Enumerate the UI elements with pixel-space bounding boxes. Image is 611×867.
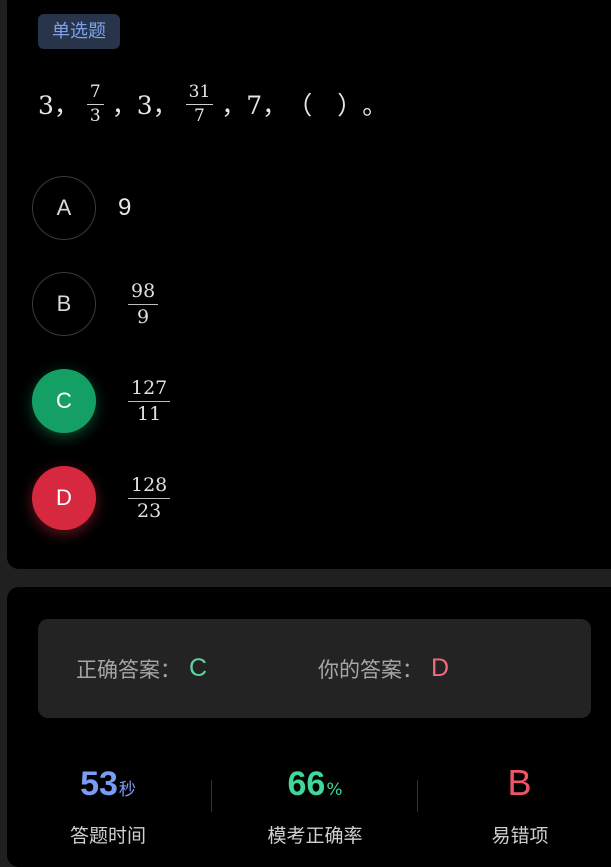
stat-error-value: B [507, 762, 532, 803]
option-a-value: 9 [118, 194, 132, 221]
stat-time-caption: 答题时间 [69, 825, 146, 847]
question-type-tag: 单选题 [38, 14, 120, 49]
fraction-denominator: 23 [137, 499, 162, 522]
option-d-fraction: 128 23 [128, 473, 171, 522]
option-b[interactable]: B 98 9 [32, 272, 159, 336]
stat-rate-value: 66 [287, 765, 326, 803]
fraction-numerator: 98 [131, 279, 156, 302]
fraction-denominator: 11 [137, 402, 162, 425]
fraction-numerator: 127 [131, 376, 168, 399]
stem-text-1: 3， [38, 91, 79, 120]
option-b-fraction: 98 9 [128, 279, 159, 328]
stat-rate-unit: % [326, 780, 343, 800]
fraction-numerator: 7 [89, 81, 101, 102]
option-b-circle[interactable]: B [32, 272, 96, 336]
answer-summary-box: 正确答案： C 你的答案： D [38, 619, 591, 718]
option-d-circle-wrong[interactable]: D [32, 466, 96, 530]
option-c-fraction: 127 11 [128, 376, 171, 425]
fraction-denominator: 9 [137, 305, 150, 328]
correct-answer-value: C [189, 654, 208, 682]
option-c-circle-correct[interactable]: C [32, 369, 96, 433]
your-answer-label: 你的答案： [318, 657, 423, 682]
fraction-numerator: 128 [131, 473, 168, 496]
stat-error-caption: 易错项 [491, 825, 549, 847]
stat-divider [211, 780, 212, 812]
correct-answer: 正确答案： C [76, 619, 207, 718]
fraction-numerator: 31 [188, 81, 211, 102]
fraction-denominator: 7 [194, 105, 205, 126]
stat-answer-time: 53 秒 答题时间 [38, 755, 178, 848]
stem-fraction-2: 31 7 [185, 81, 214, 126]
stat-rate-caption: 模考正确率 [267, 825, 363, 847]
stat-time-value: 53 [80, 765, 118, 803]
option-a-circle[interactable]: A [32, 176, 96, 240]
stem-text-2: ，3， [111, 91, 178, 120]
stat-divider [417, 780, 418, 812]
correct-answer-label: 正确答案： [76, 657, 181, 682]
stem-text-3: ，7， [221, 91, 288, 120]
stem-blank: （ ） [287, 91, 363, 120]
option-c[interactable]: C 127 11 [32, 369, 171, 433]
your-answer: 你的答案： D [318, 619, 449, 718]
stat-time-unit: 秒 [118, 780, 136, 800]
option-d[interactable]: D 128 23 [32, 466, 171, 530]
fraction-denominator: 3 [89, 105, 101, 126]
question-stem: 3， 7 3 ，3， 31 7 ，7， （ ） 。 [38, 78, 387, 130]
stem-fraction-1: 7 3 [86, 81, 104, 126]
option-a[interactable]: A 9 [32, 176, 131, 240]
stem-end: 。 [362, 91, 388, 120]
your-answer-value: D [431, 654, 450, 682]
stat-mock-accuracy: 66 % 模考正确率 [245, 755, 385, 848]
stat-error-prone-option: B 易错项 [450, 755, 590, 848]
